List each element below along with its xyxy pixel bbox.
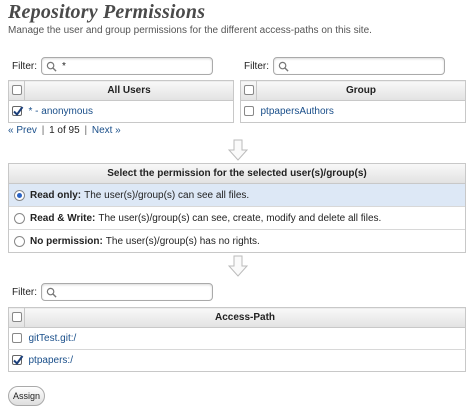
permission-option-read-only[interactable]: Read only: The user(s)/group(s) can see …: [9, 184, 465, 207]
access-table-header: Access-Path: [8, 307, 466, 328]
groups-select-all-cell: [240, 80, 257, 101]
groups-filter-label: Filter:: [244, 60, 269, 72]
search-icon: [278, 61, 289, 72]
search-icon: [46, 61, 57, 72]
groups-table-header: Group: [240, 80, 466, 101]
users-filter-label: Filter:: [12, 60, 37, 72]
groups-row-checkbox[interactable]: [243, 106, 254, 117]
permission-option-read-write[interactable]: Read & Write: The user(s)/group(s) can s…: [9, 207, 465, 230]
access-filter-input[interactable]: [41, 283, 213, 301]
table-row[interactable]: ptpapersAuthors: [240, 100, 466, 123]
page-info: 1 of 95: [49, 125, 80, 136]
checkmark-icon: [13, 106, 24, 117]
groups-select-all-checkbox[interactable]: [243, 85, 254, 96]
pager-separator: |: [84, 125, 88, 136]
users-row-label[interactable]: * - anonymous: [24, 100, 234, 123]
access-row-label[interactable]: ptpapers:/: [24, 349, 466, 372]
permission-option-description: The user(s)/group(s) can see all files.: [84, 189, 250, 201]
permission-panel: Select the permission for the selected u…: [8, 163, 466, 253]
access-filter: Filter:: [12, 283, 213, 301]
prev-page-link[interactable]: « Prev: [8, 125, 37, 136]
groups-row-label[interactable]: ptpapersAuthors: [256, 100, 466, 123]
access-row-checkbox-cell: [8, 349, 25, 372]
table-row[interactable]: ptpapers:/: [8, 349, 466, 372]
users-filter-value: *: [62, 60, 66, 72]
users-table: All Users * - anonymous: [8, 80, 234, 123]
permission-option-description: The user(s)/group(s) can see, create, mo…: [98, 212, 382, 224]
groups-filter-input[interactable]: [273, 57, 445, 75]
users-row-checkbox[interactable]: [11, 106, 24, 117]
users-filter: Filter: *: [12, 57, 213, 75]
users-select-all-cell: [8, 80, 25, 101]
access-filter-label: Filter:: [12, 286, 37, 298]
radio-read-only[interactable]: [14, 189, 25, 201]
permission-option-no-permission[interactable]: No permission: The user(s)/group(s) has …: [9, 230, 465, 253]
users-select-all-checkbox[interactable]: [11, 85, 22, 96]
checkmark-icon: [13, 355, 24, 366]
permission-option-name: Read only:: [30, 189, 82, 201]
permission-option-name: No permission:: [30, 236, 103, 247]
table-row[interactable]: gitTest.git:/: [8, 327, 466, 350]
pager-separator: |: [41, 125, 45, 136]
access-row-checkbox[interactable]: [11, 333, 22, 344]
groups-filter: Filter:: [244, 57, 445, 75]
access-row-checkbox-cell: [8, 327, 25, 350]
access-row-checkbox[interactable]: [11, 355, 24, 366]
table-row[interactable]: * - anonymous: [8, 100, 234, 123]
users-table-header: All Users: [8, 80, 234, 101]
arrow-down-icon: [228, 255, 248, 277]
access-path-table: Access-Path gitTest.git:/ ptpapers:/: [8, 307, 466, 372]
access-column-header: Access-Path: [24, 307, 466, 328]
assign-button[interactable]: Assign: [8, 386, 45, 406]
page-subtitle: Manage the user and group permissions fo…: [8, 25, 372, 36]
permission-option-description: The user(s)/group(s) has no rights.: [105, 236, 260, 247]
users-row-checkbox-cell: [8, 100, 25, 123]
radio-read-write[interactable]: [14, 212, 25, 224]
users-filter-input[interactable]: *: [41, 57, 213, 75]
users-column-header: All Users: [24, 80, 234, 101]
access-select-all-checkbox[interactable]: [11, 312, 22, 323]
next-page-link[interactable]: Next »: [92, 125, 121, 136]
page-title: Repository Permissions: [8, 1, 206, 23]
radio-no-permission[interactable]: [14, 236, 25, 247]
groups-table: Group ptpapersAuthors: [240, 80, 466, 123]
arrow-down-icon: [228, 139, 248, 161]
access-select-all-cell: [8, 307, 25, 328]
groups-row-checkbox-cell: [240, 100, 257, 123]
access-row-label[interactable]: gitTest.git:/: [24, 327, 466, 350]
users-pager: « Prev | 1 of 95 | Next »: [8, 125, 121, 136]
permission-option-name: Read & Write:: [30, 212, 96, 224]
groups-column-header: Group: [256, 80, 466, 101]
search-icon: [46, 287, 57, 298]
permission-panel-header: Select the permission for the selected u…: [9, 164, 465, 184]
